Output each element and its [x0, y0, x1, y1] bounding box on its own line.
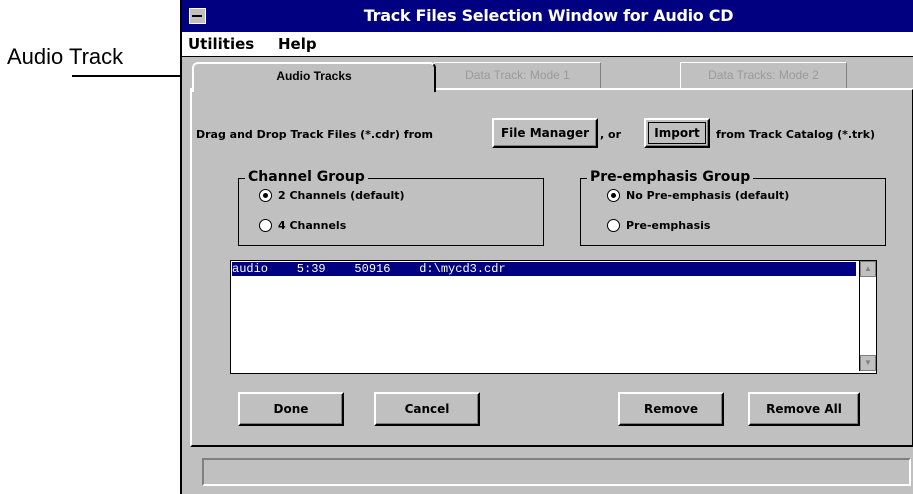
scrollbar[interactable]: ▲ ▼: [859, 261, 876, 371]
radio-4-channels-label: 4 Channels: [278, 219, 347, 232]
menu-bar: Utilities Help: [182, 32, 913, 57]
callout-label: Audio Track: [7, 44, 124, 69]
import-button[interactable]: Import: [644, 118, 710, 148]
radio-no-preemphasis-label: No Pre-emphasis (default): [626, 189, 790, 202]
instruction-suffix: from Track Catalog (*.trk): [716, 128, 876, 141]
radio-checked-icon: [259, 189, 272, 202]
title-bar: Track Files Selection Window for Audio C…: [182, 0, 913, 32]
preemphasis-group: Pre-emphasis Group No Pre-emphasis (defa…: [580, 169, 886, 246]
menu-help[interactable]: Help: [278, 35, 317, 53]
channel-group-label: Channel Group: [245, 169, 368, 185]
instruction-middle: , or: [600, 128, 621, 141]
cancel-button[interactable]: Cancel: [374, 392, 480, 426]
list-item[interactable]: audio 5:39 50916 d:\mycd3.cdr: [232, 262, 856, 276]
radio-4-channels[interactable]: 4 Channels: [259, 219, 346, 232]
status-bar: [202, 458, 911, 486]
app-window: Track Files Selection Window for Audio C…: [180, 0, 913, 494]
window-title: Track Files Selection Window for Audio C…: [363, 6, 734, 25]
radio-checked-icon: [607, 189, 620, 202]
channel-group: Channel Group 2 Channels (default) 4 Cha…: [238, 169, 544, 246]
menu-utilities[interactable]: Utilities: [188, 35, 254, 53]
remove-button[interactable]: Remove: [618, 392, 724, 426]
scroll-down-icon[interactable]: ▼: [860, 355, 876, 371]
file-manager-button[interactable]: File Manager: [492, 118, 598, 148]
radio-preemphasis[interactable]: Pre-emphasis: [607, 219, 710, 232]
preemphasis-group-label: Pre-emphasis Group: [587, 169, 754, 185]
radio-2-channels[interactable]: 2 Channels (default): [259, 189, 405, 202]
radio-unchecked-icon: [259, 219, 272, 232]
tab-data-track-mode1[interactable]: Data Track: Mode 1: [434, 62, 601, 89]
radio-no-preemphasis[interactable]: No Pre-emphasis (default): [607, 189, 789, 202]
tab-data-tracks-mode2[interactable]: Data Tracks: Mode 2: [680, 62, 847, 89]
radio-2-channels-label: 2 Channels (default): [278, 189, 405, 202]
tab-audio-tracks[interactable]: Audio Tracks: [192, 62, 436, 92]
remove-all-button[interactable]: Remove All: [748, 392, 860, 426]
callout-line: [72, 75, 196, 77]
scroll-up-icon[interactable]: ▲: [860, 261, 876, 277]
instruction-prefix: Drag and Drop Track Files (*.cdr) from: [196, 128, 434, 141]
radio-preemphasis-label: Pre-emphasis: [626, 219, 711, 232]
radio-unchecked-icon: [607, 219, 620, 232]
done-button[interactable]: Done: [238, 392, 344, 426]
track-listbox[interactable]: audio 5:39 50916 d:\mycd3.cdr ▲ ▼: [230, 260, 877, 374]
